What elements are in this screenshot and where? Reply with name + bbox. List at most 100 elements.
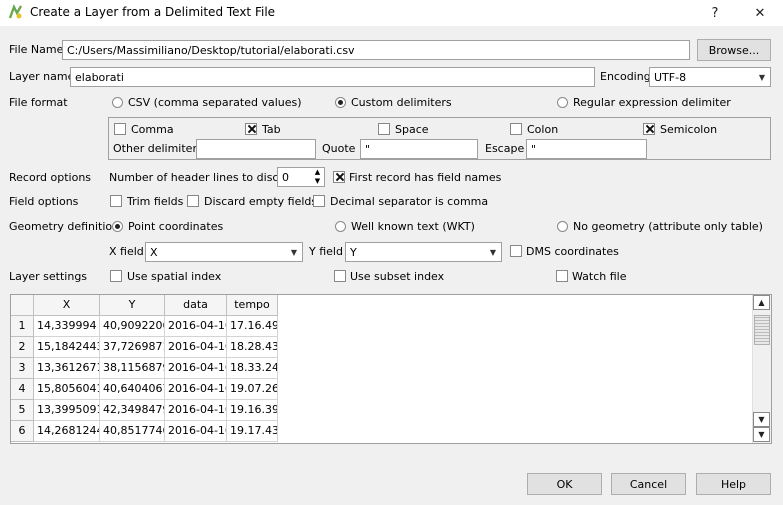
point-coordinates-label: Point coordinates <box>128 220 224 233</box>
no-geometry-radio[interactable] <box>557 221 568 232</box>
semicolon-checkbox[interactable] <box>643 123 655 135</box>
y-field-value: Y <box>350 246 357 259</box>
layer-name-label: Layer name <box>9 70 75 83</box>
quote-label: Quote <box>322 142 356 155</box>
comma-checkbox[interactable] <box>114 123 126 135</box>
scroll-down-icon[interactable]: ▼ <box>753 412 770 427</box>
help-icon[interactable]: ? <box>697 0 733 26</box>
table-cell: 40,6404067 <box>100 379 165 400</box>
browse-button[interactable]: Browse... <box>697 39 771 61</box>
escape-label: Escape <box>485 142 525 155</box>
table-cell: 13,3612671 <box>34 358 100 379</box>
file-format-label: File format <box>9 96 68 109</box>
subset-index-label: Use subset index <box>350 270 445 283</box>
scrollbar-thumb[interactable] <box>754 315 770 345</box>
dms-label: DMS coordinates <box>526 245 619 258</box>
table-cell: 18.28.43 <box>227 337 278 358</box>
row-number[interactable]: 5 <box>11 400 34 421</box>
table-cell: 42,3498479 <box>100 400 165 421</box>
comma-label: Comma <box>131 123 174 136</box>
header-lines-label: Number of header lines to discard <box>109 171 297 184</box>
column-header[interactable]: tempo <box>227 295 278 316</box>
row-number[interactable]: 1 <box>11 316 34 337</box>
dms-checkbox[interactable] <box>510 245 522 257</box>
spatial-index-checkbox[interactable] <box>110 270 122 282</box>
scroll-down-icon[interactable]: ▼ <box>753 427 770 442</box>
colon-label: Colon <box>527 123 559 136</box>
chevron-down-icon: ▼ <box>290 247 298 257</box>
help-button[interactable]: Help <box>696 473 771 495</box>
row-number[interactable]: 6 <box>11 421 34 442</box>
ok-button[interactable]: OK <box>527 473 602 495</box>
field-options-label: Field options <box>9 195 79 208</box>
table-cell: 14,339994 <box>34 316 100 337</box>
watch-file-label: Watch file <box>572 270 627 283</box>
wkt-label: Well known text (WKT) <box>351 220 475 233</box>
table-cell: 40,9092206 <box>100 316 165 337</box>
other-delimiters-label: Other delimiters <box>113 142 203 155</box>
tab-checkbox[interactable] <box>245 123 257 135</box>
column-header[interactable]: Y <box>100 295 165 316</box>
table-cell: 17.16.49 <box>227 316 278 337</box>
decimal-comma-checkbox[interactable] <box>313 195 325 207</box>
header-lines-spinbox[interactable]: 0 ▲ ▼ <box>277 167 325 187</box>
subset-index-checkbox[interactable] <box>334 270 346 282</box>
quote-input[interactable]: " <box>360 139 478 159</box>
encoding-select[interactable]: UTF-8 ▼ <box>649 67 771 87</box>
tab-label: Tab <box>262 123 281 136</box>
escape-input[interactable]: " <box>526 139 647 159</box>
space-checkbox[interactable] <box>378 123 390 135</box>
semicolon-label: Semicolon <box>660 123 718 136</box>
table-cell: 2016-04-16 <box>165 379 227 400</box>
space-label: Space <box>395 123 429 136</box>
column-header[interactable]: data <box>165 295 227 316</box>
spatial-index-label: Use spatial index <box>127 270 222 283</box>
encoding-label: Encoding <box>600 70 651 83</box>
header-lines-value: 0 <box>282 171 289 184</box>
table-cell: 2016-04-16 <box>165 316 227 337</box>
x-field-select[interactable]: X ▼ <box>145 242 303 262</box>
encoding-value: UTF-8 <box>654 71 687 84</box>
colon-checkbox[interactable] <box>510 123 522 135</box>
chevron-down-icon: ▼ <box>489 247 497 257</box>
csv-label: CSV (comma separated values) <box>128 96 302 109</box>
table-cell: 15,1842443 <box>34 337 100 358</box>
record-options-label: Record options <box>9 171 92 184</box>
file-name-input[interactable]: C:/Users/Massimiliano/Desktop/tutorial/e… <box>62 40 690 60</box>
scroll-up-icon[interactable]: ▲ <box>753 295 770 310</box>
wkt-radio[interactable] <box>335 221 346 232</box>
point-coordinates-radio[interactable] <box>112 221 123 232</box>
spinbox-arrows-icon[interactable]: ▲ ▼ <box>312 168 323 186</box>
table-cell: 2016-04-16 <box>165 358 227 379</box>
table-cell: 37,7269871 <box>100 337 165 358</box>
table-cell: 19.17.43 <box>227 421 278 442</box>
discard-empty-checkbox[interactable] <box>187 195 199 207</box>
vertical-scrollbar[interactable]: ▲ ▼ ▼ <box>752 295 771 443</box>
watch-file-checkbox[interactable] <box>556 270 568 282</box>
table-cell: 19.16.39 <box>227 400 278 421</box>
y-field-select[interactable]: Y ▼ <box>345 242 502 262</box>
first-record-checkbox[interactable] <box>333 171 345 183</box>
other-delimiters-input[interactable] <box>196 139 316 159</box>
discard-empty-label: Discard empty fields <box>204 195 318 208</box>
regex-delimiter-radio[interactable] <box>557 97 568 108</box>
csv-radio[interactable] <box>112 97 123 108</box>
cancel-button[interactable]: Cancel <box>611 473 686 495</box>
table-cell: 38,1156879 <box>100 358 165 379</box>
first-record-label: First record has field names <box>349 171 502 184</box>
table-cell: 13,3995091 <box>34 400 100 421</box>
layer-name-input[interactable]: elaborati <box>70 67 595 87</box>
custom-delimiters-radio[interactable] <box>335 97 346 108</box>
column-header[interactable]: X <box>34 295 100 316</box>
row-number[interactable]: 3 <box>11 358 34 379</box>
trim-fields-checkbox[interactable] <box>110 195 122 207</box>
table-cell: 19.07.26 <box>227 379 278 400</box>
close-icon[interactable]: ✕ <box>742 0 778 26</box>
row-number[interactable]: 2 <box>11 337 34 358</box>
layer-settings-label: Layer settings <box>9 270 88 283</box>
chevron-down-icon: ▼ <box>758 72 766 82</box>
sample-data-table[interactable]: X Y data tempo 1 14,339994 40,9092206 20… <box>10 294 772 444</box>
regex-delimiter-label: Regular expression delimiter <box>573 96 731 109</box>
row-number[interactable]: 4 <box>11 379 34 400</box>
y-field-label: Y field <box>309 245 343 258</box>
